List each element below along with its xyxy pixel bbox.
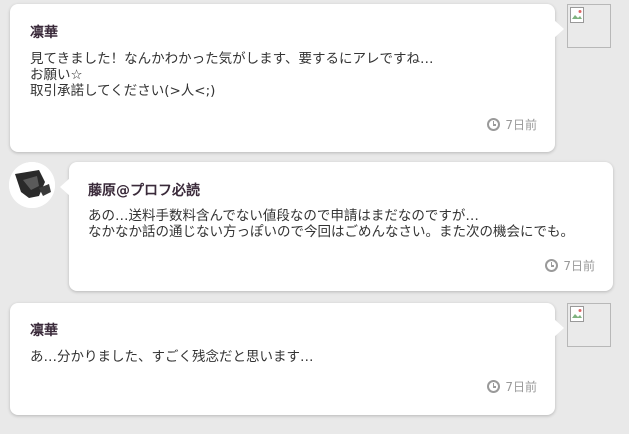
message-bubble: 藤原@プロフ必読 あの…送料手数料含んでない値段なので申請はまだなのですが… な… <box>60 162 613 291</box>
broken-image-icon <box>570 306 584 322</box>
message-time-label: 7日前 <box>563 259 595 273</box>
clock-icon <box>487 380 501 393</box>
clock-icon <box>545 259 559 272</box>
message-text: あの…送料手数料含んでない値段なので申請はまだなのですが… なかなか話の通じない… <box>88 208 574 240</box>
message-time-label: 7日前 <box>505 118 537 132</box>
avatar[interactable] <box>9 162 55 208</box>
broken-image-icon <box>570 7 584 23</box>
avatar[interactable] <box>567 4 611 48</box>
clock-icon <box>487 118 501 131</box>
message-line: お願い☆ <box>30 67 83 83</box>
message-line: 取引承諾してください(>人<;) <box>30 83 216 99</box>
message-text: あ…分かりました、すごく残念だと思います… <box>30 349 314 365</box>
message-line: 見てきました！なんかわかった気がします、要するにアレですね… <box>30 51 434 67</box>
message-bubble: 凛華 見てきました！なんかわかった気がします、要するにアレですね… お願い☆ 取… <box>10 4 564 152</box>
message-time: 7日前 <box>545 257 595 274</box>
message-time: 7日前 <box>487 116 537 133</box>
message-sender[interactable]: 凛華 <box>30 320 58 340</box>
message-time: 7日前 <box>487 378 537 395</box>
avatar[interactable] <box>567 303 611 347</box>
message-bubble: 凛華 あ…分かりました、すごく残念だと思います… 7日前 <box>10 303 564 415</box>
message-line: なかなか話の通じない方っぽいので今回はごめんなさい。また次の機会にでも。 <box>88 224 574 240</box>
message-line: あ…分かりました、すごく残念だと思います… <box>30 349 314 365</box>
message-sender[interactable]: 藤原@プロフ必読 <box>88 180 200 200</box>
message-time-label: 7日前 <box>505 380 537 394</box>
message-sender[interactable]: 凛華 <box>30 22 58 42</box>
user-silhouette-icon <box>9 162 55 208</box>
message-line: あの…送料手数料含んでない値段なので申請はまだなのですが… <box>88 208 479 224</box>
message-text: 見てきました！なんかわかった気がします、要するにアレですね… お願い☆ 取引承諾… <box>30 51 434 99</box>
